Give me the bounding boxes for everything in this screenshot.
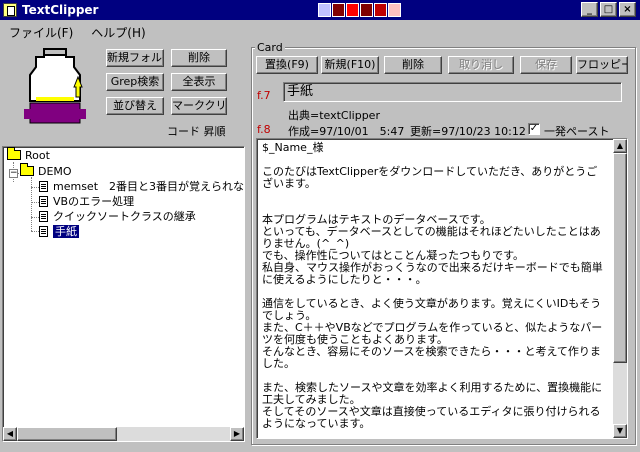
menu-help[interactable]: ヘルプ(H): [82, 21, 154, 40]
one-shot-paste-checkbox[interactable]: ✓: [528, 123, 540, 135]
maximize-button[interactable]: □: [600, 2, 617, 17]
tree-label-root: Root: [25, 149, 50, 162]
scroll-left-button[interactable]: ◀: [3, 427, 17, 441]
tree-item-memset[interactable]: memset 2番目と3番目が覚えられな: [39, 179, 244, 195]
tray-icon-6[interactable]: [388, 3, 401, 17]
source-text: 出典=textClipper: [288, 109, 380, 122]
new-card-button[interactable]: 新規(F10): [321, 56, 379, 74]
left-control-panel: 新規フォルダ 削除 Grep検索 全表示 並び替え マーククリア コード 昇順: [2, 41, 246, 143]
undo-button[interactable]: 取り消し: [448, 56, 514, 74]
card-caption: Card: [255, 41, 285, 54]
tray-icon-3[interactable]: [346, 3, 359, 17]
tree-label: クイックソートクラスの継承: [53, 210, 196, 223]
floppy-button[interactable]: フロッピー: [576, 56, 628, 74]
one-shot-paste-label: 一発ペースト: [544, 125, 610, 138]
tree-item-root[interactable]: Root: [7, 147, 50, 164]
tree-label-demo: DEMO: [38, 165, 72, 178]
show-all-button[interactable]: 全表示: [171, 73, 227, 91]
tree-item-demo[interactable]: − DEMO: [9, 163, 72, 180]
close-button[interactable]: ×: [619, 2, 636, 17]
updated-date: 更新=97/10/23 10:12: [410, 125, 526, 138]
card-body-textarea[interactable]: $_Name_様 このたびはTextClipperをダウンロードしていただき、あ…: [256, 138, 628, 439]
card-body-text: $_Name_様 このたびはTextClipperをダウンロードしていただき、あ…: [262, 141, 603, 430]
document-icon: [39, 226, 48, 237]
scroll-up-button[interactable]: ▲: [613, 139, 627, 153]
clipboard-logo-icon: [24, 48, 86, 124]
document-icon: [39, 181, 48, 192]
app-icon[interactable]: [3, 3, 17, 17]
title-bar[interactable]: TextClipper _ □ ×: [0, 0, 640, 20]
tree-item-quicksort[interactable]: クイックソートクラスの継承: [39, 209, 196, 225]
window-title: TextClipper: [22, 3, 99, 17]
open-folder-icon: [20, 163, 34, 176]
left-delete-button[interactable]: 削除: [171, 49, 227, 67]
new-folder-button[interactable]: 新規フォルダ: [106, 49, 164, 67]
tree-label-selected: 手紙: [53, 225, 79, 238]
tray-icon-4[interactable]: [360, 3, 373, 17]
scroll-right-button[interactable]: ▶: [230, 427, 244, 441]
mark-clear-button[interactable]: マーククリア: [171, 97, 227, 115]
card-delete-button[interactable]: 削除: [384, 56, 442, 74]
collapse-icon[interactable]: −: [9, 169, 18, 178]
menu-file[interactable]: ファイル(F): [0, 21, 82, 40]
folder-tree[interactable]: Root − DEMO memset 2番目と3番目が覚えられな VBのエラー処理…: [2, 146, 245, 442]
replace-button[interactable]: 置換(F9): [256, 56, 318, 74]
created-date: 作成=97/10/01 5:47: [288, 125, 405, 138]
save-button[interactable]: 保存: [520, 56, 572, 74]
minimize-button[interactable]: _: [581, 2, 598, 17]
tray-icons: [318, 3, 401, 17]
tray-icon-2[interactable]: [332, 3, 345, 17]
sort-button[interactable]: 並び替え: [106, 97, 164, 115]
tree-label: VBのエラー処理: [53, 195, 135, 208]
document-icon: [39, 196, 48, 207]
f7-label: f.7: [257, 89, 271, 102]
scroll-down-button[interactable]: ▼: [613, 424, 627, 438]
grep-search-button[interactable]: Grep検索: [106, 73, 164, 91]
tray-icon-5[interactable]: [374, 3, 387, 17]
f8-label: f.8: [257, 123, 271, 136]
card-title-field[interactable]: 手紙: [283, 82, 622, 102]
menu-bar: ファイル(F) ヘルプ(H): [0, 21, 640, 40]
tree-item-vb-error[interactable]: VBのエラー処理: [39, 194, 134, 210]
tree-item-letter[interactable]: 手紙: [39, 224, 79, 240]
scroll-thumb[interactable]: [17, 427, 117, 441]
body-vertical-scrollbar[interactable]: ▲ ▼: [613, 139, 627, 438]
document-icon: [39, 211, 48, 222]
open-folder-icon: [7, 147, 21, 160]
sort-order-label: コード 昇順: [167, 125, 226, 138]
tree-horizontal-scrollbar[interactable]: ◀ ▶: [3, 427, 244, 441]
tray-icon-1[interactable]: [318, 3, 331, 17]
tree-label: memset 2番目と3番目が覚えられな: [53, 180, 245, 193]
scroll-thumb[interactable]: [613, 153, 627, 363]
